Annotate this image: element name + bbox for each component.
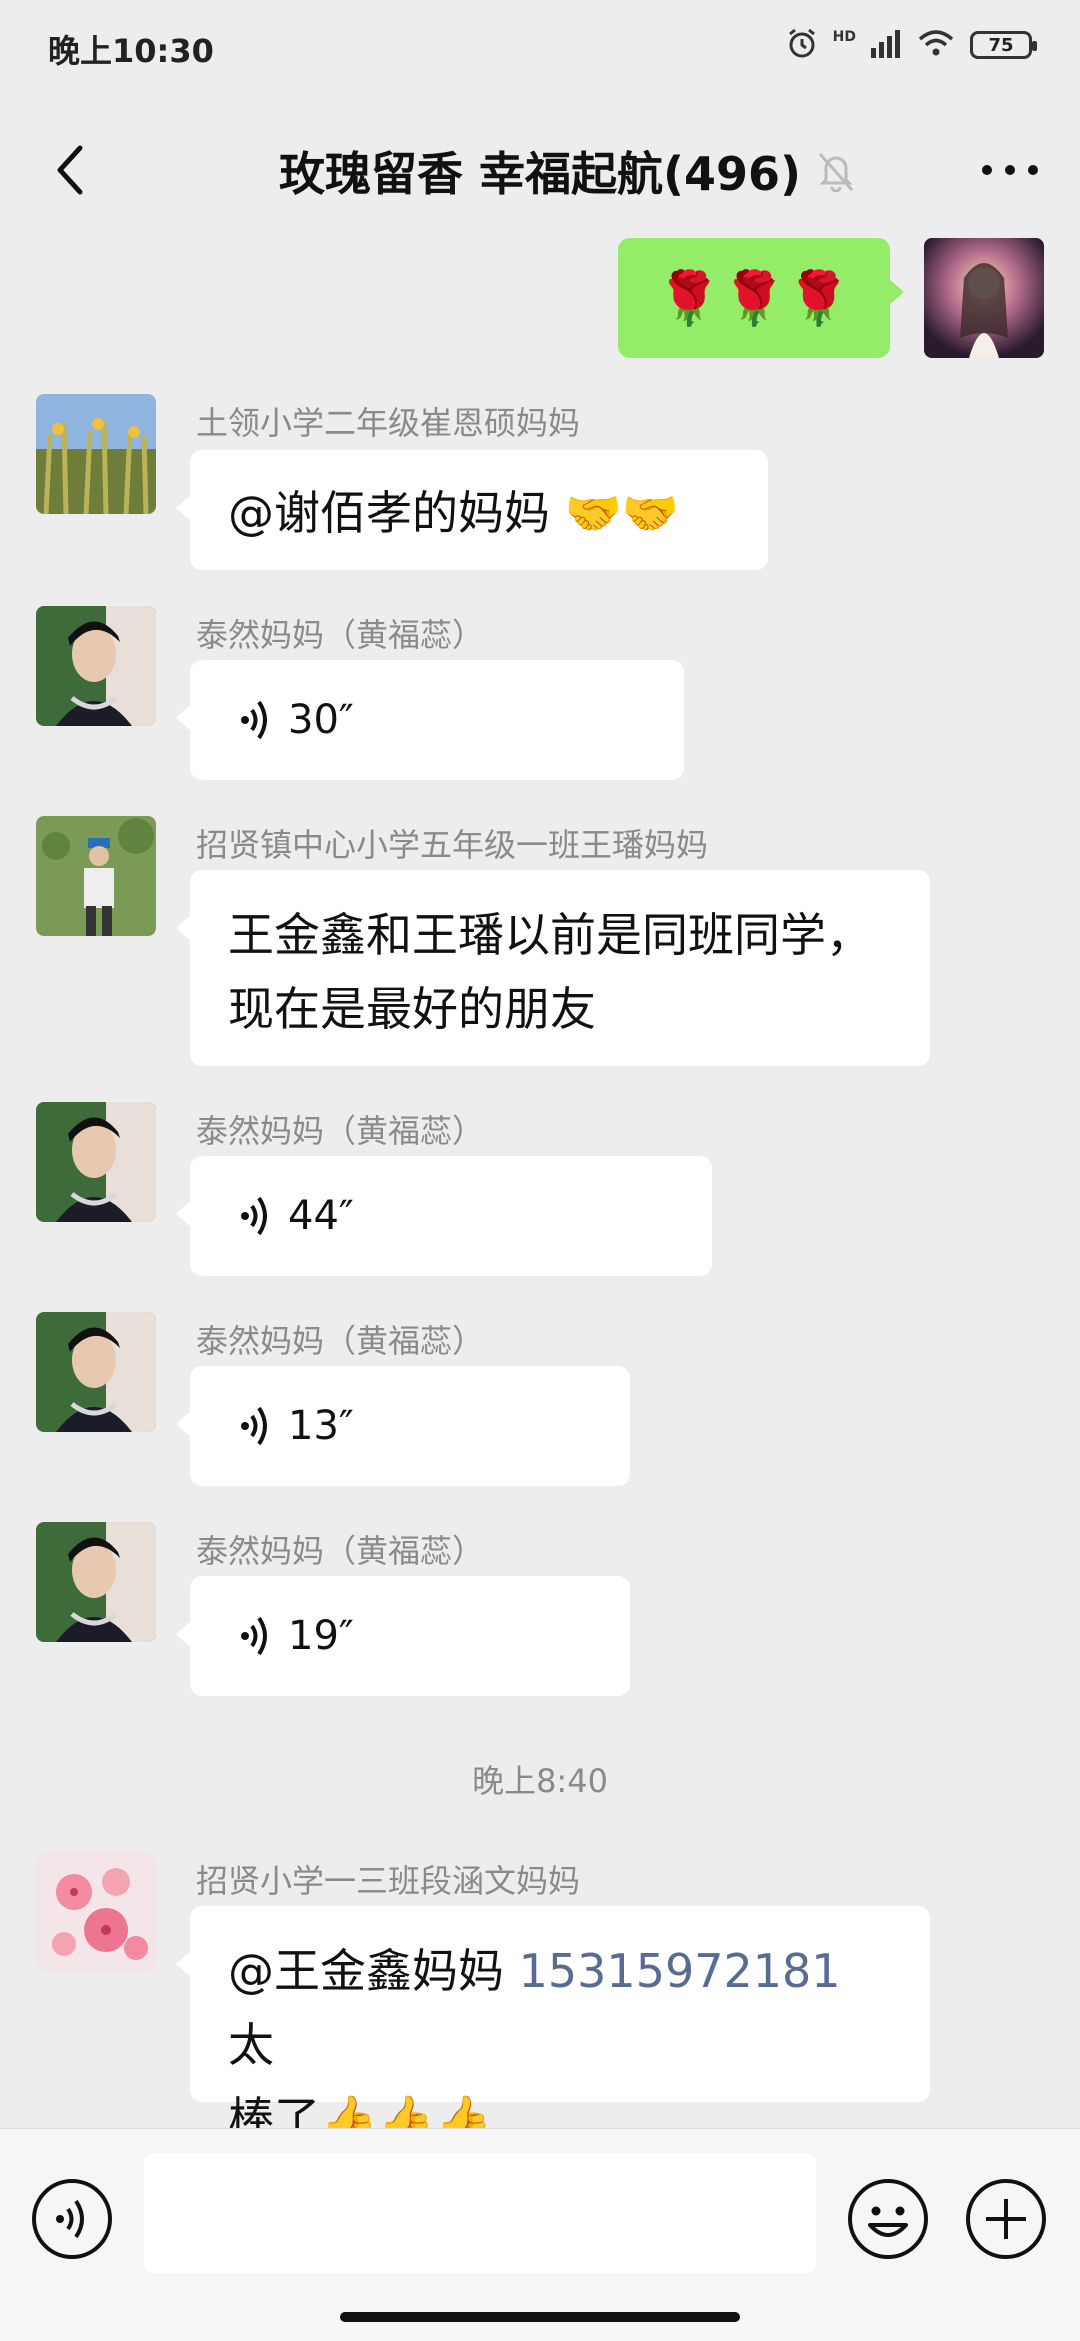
voice-message-bubble[interactable]: 19″ bbox=[176, 1576, 630, 1696]
voice-wave-icon bbox=[241, 1616, 267, 1656]
emoji-button[interactable] bbox=[846, 2177, 930, 2261]
input-bar bbox=[0, 2128, 1080, 2341]
hd-label: HD bbox=[832, 29, 856, 45]
plus-icon bbox=[966, 2179, 1046, 2259]
message-text: @谢佰孝的妈妈 🤝🤝 bbox=[228, 486, 680, 540]
battery-indicator: 75 bbox=[970, 31, 1037, 59]
avatar[interactable] bbox=[36, 1102, 156, 1222]
chat-header: 玫瑰留香 幸福起航(496) bbox=[0, 110, 1080, 230]
voice-duration: 30″ bbox=[288, 697, 354, 743]
message-text: 太 bbox=[228, 2018, 274, 2072]
voice-duration: 19″ bbox=[288, 1613, 354, 1659]
more-dots-icon bbox=[982, 165, 1038, 175]
message-text-line: 王金鑫和王璠以前是同班同学， bbox=[228, 908, 872, 962]
message-text: 🌹🌹🌹 bbox=[656, 268, 852, 329]
self-message-bubble[interactable]: 🌹🌹🌹 bbox=[618, 238, 904, 358]
mention-text: @王金鑫妈妈 bbox=[228, 1944, 519, 1998]
battery-level: 75 bbox=[988, 34, 1014, 56]
smiley-icon bbox=[848, 2179, 928, 2259]
self-avatar[interactable] bbox=[924, 238, 1044, 358]
message-bubble[interactable]: 王金鑫和王璠以前是同班同学， 现在是最好的朋友 bbox=[176, 870, 930, 1066]
avatar[interactable] bbox=[36, 394, 156, 514]
sender-name: 泰然妈妈（黄福蕊） bbox=[196, 1532, 485, 1570]
more-options-button[interactable] bbox=[970, 130, 1050, 210]
voice-duration: 44″ bbox=[288, 1193, 354, 1239]
message-input[interactable] bbox=[144, 2153, 816, 2273]
voice-duration: 13″ bbox=[288, 1403, 354, 1449]
wifi-icon bbox=[916, 28, 956, 62]
avatar[interactable] bbox=[36, 1312, 156, 1432]
message-text-line: @王金鑫妈妈 15315972181 太 bbox=[228, 1934, 892, 2082]
phone-number-link[interactable]: 15315972181 bbox=[519, 1944, 841, 1998]
alarm-icon bbox=[785, 26, 819, 64]
voice-wave-icon bbox=[32, 2179, 112, 2259]
sender-name: 招贤小学一三班段涵文妈妈 bbox=[196, 1862, 581, 1900]
avatar[interactable] bbox=[36, 1522, 156, 1642]
voice-message-bubble[interactable]: 44″ bbox=[176, 1156, 712, 1276]
status-icons: HD 75 bbox=[785, 26, 1037, 64]
status-time: 晚上10:30 bbox=[48, 32, 214, 70]
sender-name: 泰然妈妈（黄福蕊） bbox=[196, 1112, 485, 1150]
more-actions-button[interactable] bbox=[964, 2177, 1048, 2261]
voice-message-bubble[interactable]: 30″ bbox=[176, 660, 684, 780]
sender-name: 土领小学二年级崔恩硕妈妈 bbox=[196, 404, 581, 442]
voice-wave-icon bbox=[241, 1196, 267, 1236]
voice-wave-icon bbox=[241, 700, 267, 740]
bell-muted-icon bbox=[816, 150, 856, 196]
voice-input-toggle[interactable] bbox=[30, 2177, 114, 2261]
chat-title: 玫瑰留香 幸福起航(496) bbox=[278, 147, 802, 201]
home-indicator[interactable] bbox=[340, 2312, 740, 2322]
avatar[interactable] bbox=[36, 816, 156, 936]
avatar[interactable] bbox=[36, 1852, 156, 1972]
voice-message-bubble[interactable]: 13″ bbox=[176, 1366, 630, 1486]
avatar[interactable] bbox=[36, 606, 156, 726]
message-bubble[interactable]: @谢佰孝的妈妈 🤝🤝 bbox=[176, 450, 768, 570]
time-divider: 晚上8:40 bbox=[472, 1762, 608, 1800]
message-text-line: 现在是最好的朋友 bbox=[228, 982, 596, 1036]
message-bubble[interactable]: @王金鑫妈妈 15315972181 太 棒了👍👍👍 bbox=[176, 1906, 930, 2146]
voice-wave-icon bbox=[241, 1406, 267, 1446]
signal-icon bbox=[870, 28, 902, 62]
status-bar: 晚上10:30 HD 75 bbox=[0, 0, 1080, 96]
sender-name: 招贤镇中心小学五年级一班王璠妈妈 bbox=[196, 826, 709, 864]
sender-name: 泰然妈妈（黄福蕊） bbox=[196, 1322, 485, 1360]
sender-name: 泰然妈妈（黄福蕊） bbox=[196, 616, 485, 654]
